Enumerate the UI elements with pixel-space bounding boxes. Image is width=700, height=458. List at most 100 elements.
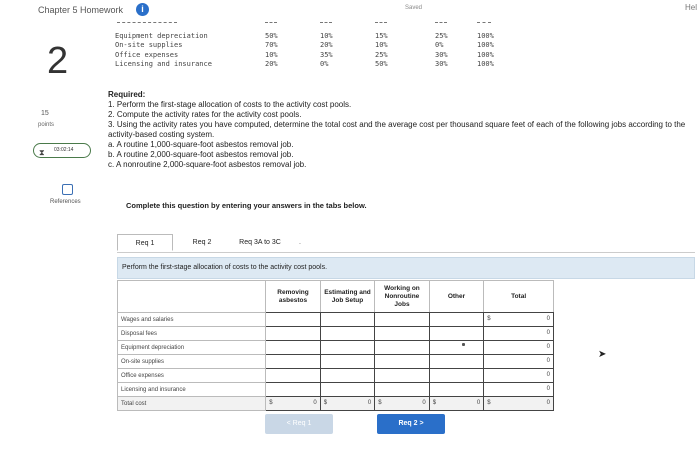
top-bar: Chapter 5 Homework i Saved Hel	[0, 0, 700, 20]
column-header: Other	[428, 280, 485, 313]
column-header: Working on Nonroutine Jobs	[374, 280, 430, 313]
allocation-row: On-site supplies 70% 20% 10% 0% 100%	[115, 41, 500, 51]
header-rule	[375, 22, 387, 23]
instruction-text: Complete this question by entering your …	[126, 201, 367, 210]
tab-req-3a-3c[interactable]: Req 3A to 3C	[229, 234, 291, 251]
row-value: 0%	[435, 41, 444, 49]
column-header: Estimating and Job Setup	[319, 280, 376, 313]
row-total-value: 0	[546, 357, 550, 364]
mouse-pointer-icon: ➤	[598, 349, 607, 360]
row-total-value: 0	[546, 315, 550, 322]
row-value: 100%	[477, 41, 494, 49]
input-cell[interactable]	[374, 354, 430, 369]
input-cell[interactable]	[428, 340, 485, 355]
row-value: 35%	[320, 50, 333, 59]
row-label: Licensing and insurance	[115, 60, 212, 68]
input-cell[interactable]	[374, 326, 430, 341]
total-cost-row: Total cost $0 $0 $0 $0 $0	[116, 396, 554, 411]
tab-req-1[interactable]: Req 1	[117, 234, 173, 251]
help-link[interactable]: Hel	[685, 3, 697, 12]
input-cell[interactable]	[265, 354, 321, 369]
references-icon[interactable]	[62, 184, 73, 195]
row-value: 70%	[265, 41, 278, 49]
currency-symbol: $	[269, 399, 273, 406]
row-label: Equipment depreciation	[116, 340, 267, 355]
required-item: c. A nonroutine 2,000-square-foot asbest…	[108, 160, 307, 169]
next-req-button[interactable]: Req 2 >	[377, 414, 445, 434]
input-cell[interactable]	[428, 326, 485, 341]
required-item: 1. Perform the first-stage allocation of…	[108, 100, 352, 109]
row-total-value: 0	[546, 343, 550, 350]
row-value: 50%	[265, 31, 278, 40]
allocation-data-header-rule	[115, 22, 500, 32]
row-label: On-site supplies	[115, 41, 183, 49]
row-value: 30%	[435, 50, 448, 59]
input-cell[interactable]	[428, 312, 485, 327]
row-total: 0	[483, 340, 554, 355]
saved-status: Saved	[405, 5, 423, 11]
tab-req-2[interactable]: Req 2	[181, 234, 223, 251]
points-label: points	[38, 122, 55, 128]
required-section: Required: 1. Perform the first-stage all…	[108, 90, 693, 170]
row-value: 100%	[477, 31, 494, 40]
row-label: Equipment depreciation	[115, 31, 208, 40]
input-cell[interactable]	[428, 354, 485, 369]
column-total-value: 0	[367, 399, 372, 406]
row-label: Wages and salaries	[116, 312, 267, 327]
table-row: Equipment depreciation 0	[116, 340, 554, 355]
assignment-title: Chapter 5 Homework	[38, 5, 124, 15]
input-cell[interactable]	[265, 326, 321, 341]
input-cell[interactable]	[319, 312, 376, 327]
row-value: 30%	[435, 60, 448, 68]
input-cell[interactable]	[319, 354, 376, 369]
required-title: Required:	[108, 90, 146, 99]
input-cell[interactable]	[265, 340, 321, 355]
row-total: 0	[483, 382, 554, 397]
column-header: Removing asbestos	[265, 280, 321, 313]
table-row: Licensing and insurance 0	[116, 382, 554, 397]
column-total: $0	[428, 396, 485, 411]
info-icon[interactable]: i	[136, 3, 149, 16]
column-total-value: 0	[422, 399, 426, 406]
input-cell[interactable]	[374, 368, 430, 383]
input-cell[interactable]	[319, 326, 376, 341]
column-total: $0	[319, 396, 376, 411]
header-rule	[477, 22, 491, 23]
input-cell[interactable]	[428, 382, 485, 397]
hourglass-icon: ⧗	[39, 148, 45, 157]
currency-symbol: $	[487, 399, 491, 406]
input-cell[interactable]	[374, 382, 430, 397]
input-cell[interactable]	[374, 340, 430, 355]
currency-symbol: $	[323, 399, 328, 406]
input-cell[interactable]	[265, 312, 321, 327]
column-total-value: 0	[546, 399, 550, 406]
timer: ⧗ 03:02:14	[33, 143, 91, 158]
row-value: 10%	[320, 31, 333, 40]
required-item: a. A routine 1,000-square-foot asbestos …	[108, 140, 294, 149]
input-cell[interactable]	[319, 368, 376, 383]
table-row: Disposal fees 0	[116, 326, 554, 341]
row-value: 100%	[477, 60, 494, 68]
input-cell[interactable]	[265, 382, 321, 397]
column-total-value: 0	[313, 399, 317, 406]
required-item: b. A routine 2,000-square-foot asbestos …	[108, 150, 294, 159]
currency-symbol: $	[487, 315, 491, 322]
text-cursor	[462, 343, 465, 346]
input-cell[interactable]	[319, 382, 376, 397]
input-cell[interactable]	[265, 368, 321, 383]
column-total: $0	[483, 396, 554, 411]
prev-req-button[interactable]: < Req 1	[265, 414, 333, 434]
row-value: 0%	[320, 60, 329, 68]
input-cell[interactable]	[319, 340, 376, 355]
references-label[interactable]: References	[50, 199, 81, 205]
header-rule	[435, 22, 447, 23]
row-value: 10%	[375, 41, 388, 49]
required-item: 2. Compute the activity rates for the ac…	[108, 110, 302, 119]
input-cell[interactable]	[428, 368, 485, 383]
points-value: 15	[41, 110, 49, 117]
input-cell[interactable]	[374, 312, 430, 327]
row-value: 15%	[375, 31, 388, 40]
row-value: 25%	[435, 31, 448, 40]
row-total: 0	[483, 326, 554, 341]
row-total: 0	[483, 354, 554, 369]
